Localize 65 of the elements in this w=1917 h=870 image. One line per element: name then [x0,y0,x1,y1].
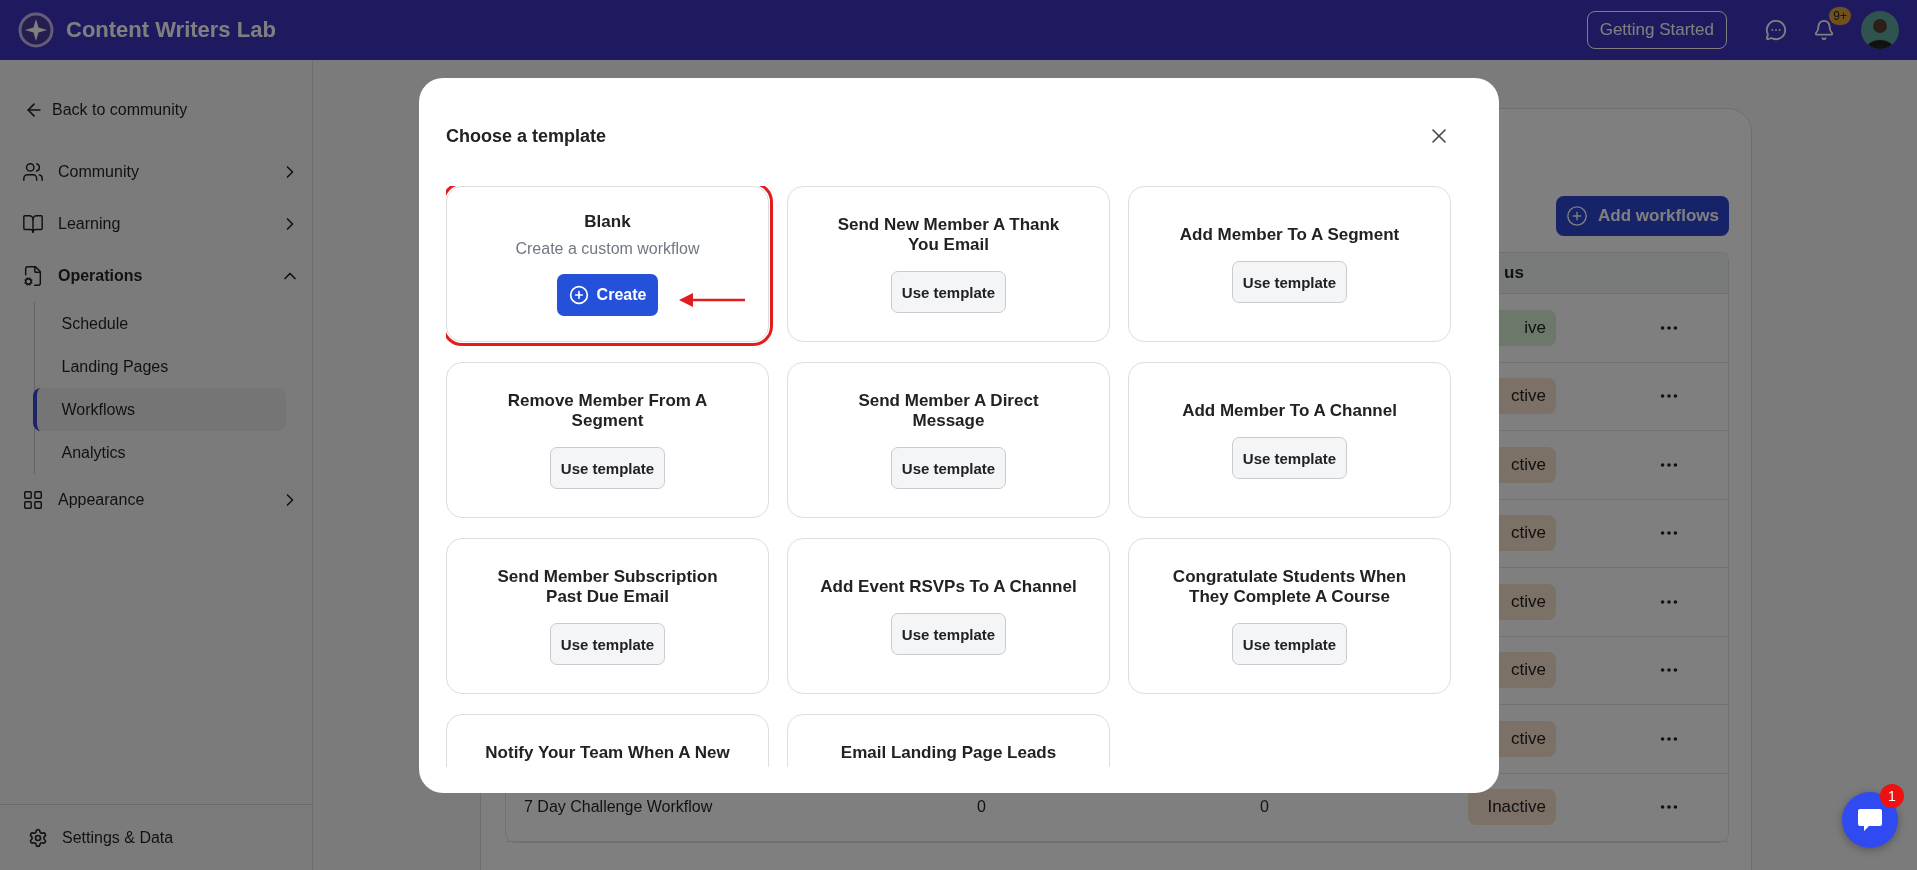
nav-item[interactable]: Community [22,146,300,198]
use-template-button[interactable]: Use template [890,613,1007,656]
template-card[interactable]: Add Event RSVPs To A Channel Use template [787,538,1110,694]
back-link[interactable]: Back to community [24,96,300,124]
nav-subitem[interactable]: Analytics [32,431,286,474]
notification-badge: 9+ [1829,7,1851,25]
app-title: Content Writers Lab [66,17,276,43]
template-description: Create a custom workflow [515,240,700,259]
template-card[interactable]: Notify Your Team When A New [446,714,769,767]
getting-started-button[interactable]: Getting Started [1586,11,1727,49]
logo-icon [18,12,54,48]
nav-subitem[interactable]: Schedule [32,302,286,345]
use-template-button[interactable]: Use template [1231,261,1348,304]
chat-button[interactable] [1842,792,1898,848]
template-title: Add Event RSVPs To A Channel [820,576,1077,598]
template-title: Add Member To A Channel [1182,400,1397,422]
settings-link[interactable]: Settings & Data [0,804,312,870]
template-title: Congratulate Students When They Complete A Course [1172,566,1407,608]
nav-item[interactable]: Appearance [22,474,300,526]
table-cell-text: 7 Day Challenge Workflow [524,798,714,817]
dialog-title: Choose a template [446,125,607,147]
use-template-button[interactable]: Use template [1231,437,1348,480]
grid-icon [22,489,44,511]
template-title: Notify Your Team When A New [485,743,730,764]
template-title: Add Member To A Segment [1179,224,1400,246]
template-card[interactable]: Add Member To A Channel Use template [1128,362,1451,518]
template-card[interactable]: Send Member Subscription Past Due Email Use template [446,538,769,694]
template-title: Send Member A Direct Message [858,390,1039,432]
column-header: us [1503,263,1524,283]
plus-icon [568,285,589,306]
template-title: Send New Member A Thank You Email [837,214,1060,256]
use-template-button[interactable]: Use template [890,271,1007,314]
nav-subitem[interactable]: Workflows [32,388,286,431]
template-card[interactable]: Add Member To A Segment Use template [1128,186,1451,342]
use-template-button[interactable]: Use template [549,447,666,490]
template-card[interactable]: Email Landing Page Leads [787,714,1110,767]
nav-subitem[interactable]: Landing Pages [32,345,286,388]
table-cell-text: 0 [977,798,987,817]
chat-badge: 1 [1880,784,1904,808]
chat-icon[interactable] [1765,19,1787,41]
book-icon [22,213,44,235]
template-title: Remove Member From A Segment [507,390,708,432]
template-title: Email Landing Page Leads [840,743,1057,764]
nav-item[interactable]: Operations [22,250,300,302]
plus-icon [1566,205,1589,227]
arrow-drawing [679,293,745,307]
use-template-button[interactable]: Use template [549,623,666,666]
people-icon [22,161,44,183]
template-title: Send Member Subscription Past Due Email [497,566,718,608]
template-card[interactable]: Remove Member From A Segment Use template [446,362,769,518]
template-title: Blank [584,211,631,233]
use-template-button[interactable]: Use template [1231,623,1348,666]
create-button[interactable]: Create [556,274,659,317]
bell-icon[interactable] [1813,19,1835,41]
nav-item[interactable]: Learning [22,198,300,250]
use-template-button[interactable]: Use template [890,447,1007,490]
file-gear-icon [22,265,44,287]
settings-icon [28,827,48,848]
table-cell-text: 0 [1260,798,1270,817]
template-card[interactable]: Send New Member A Thank You Email Use template [787,186,1110,342]
status-tag: Inactive [1468,789,1556,826]
template-card[interactable]: Send Member A Direct Message Use template [787,362,1110,518]
speech-bubble-icon [1856,807,1884,833]
template-card[interactable]: Congratulate Students When They Complete A Course Use template [1128,538,1451,694]
add-workflows-button[interactable]: Add workflows [1556,196,1729,236]
